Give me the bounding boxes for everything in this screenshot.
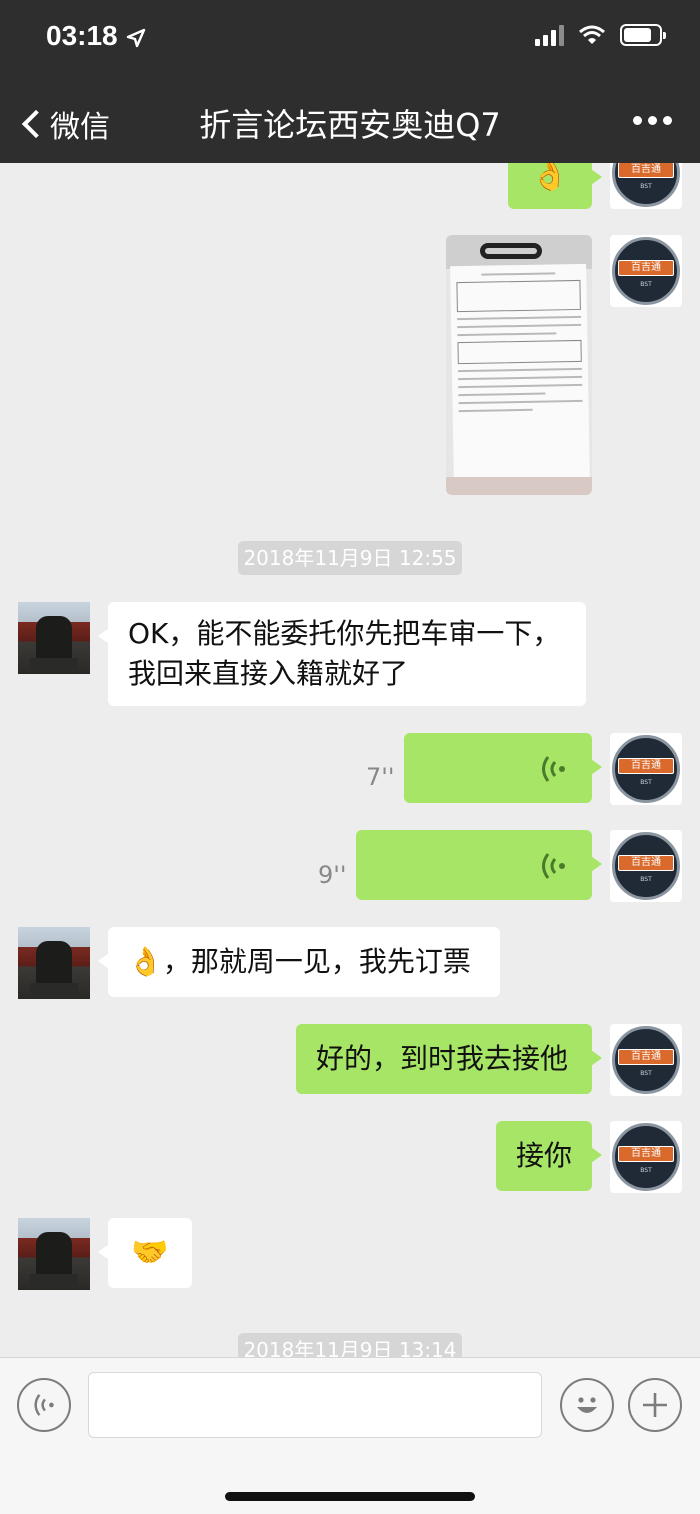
avatar-contact[interactable] <box>18 602 90 674</box>
more-options-button[interactable] <box>633 116 672 125</box>
location-arrow-icon <box>126 28 146 48</box>
handshake-emoji: 🤝 <box>131 1235 169 1270</box>
avatar-self[interactable]: 百吉通 BST <box>610 235 682 307</box>
add-icon <box>643 1393 667 1417</box>
avatar-contact[interactable] <box>18 927 90 999</box>
voice-icon <box>34 1394 54 1416</box>
message-text: 我回来直接入籍就好了 <box>128 657 409 690</box>
chat-title: 折言论坛西安奥迪Q7 <box>199 106 501 144</box>
timestamp: 2018年11月9日 12:55 <box>238 541 462 575</box>
voice-duration: 9'' <box>318 861 347 889</box>
battery-icon <box>620 24 666 46</box>
navigation-bar: 03:18 微信 折言论坛西安奥迪Q7 <box>0 0 700 163</box>
message-text: OK，能不能委托你先把车审一下， <box>128 617 561 650</box>
emoji-button[interactable] <box>560 1378 614 1432</box>
voice-message-bubble[interactable] <box>356 830 602 900</box>
status-time: 03:18 <box>46 20 118 51</box>
message-bubble-self[interactable]: 好的，到时我去接他 <box>296 1024 602 1094</box>
contract-document-image <box>450 263 590 483</box>
avatar-self[interactable]: 百吉通 BST <box>610 1024 682 1096</box>
timestamp: 2018年11月9日 13:14 <box>238 1333 462 1357</box>
message-text: 接你 <box>516 1139 573 1172</box>
cell-signal-icon <box>535 24 564 46</box>
avatar-self[interactable]: 百吉通 BST <box>610 733 682 805</box>
message-bubble-contact[interactable]: 👌，那就周一见，我先订票 <box>98 927 500 997</box>
emoji-icon <box>577 1397 597 1413</box>
chat-messages[interactable]: 👌 百吉通 BST 百吉通 BST 2018年11月9日 12:55 OK，能不… <box>0 163 700 1357</box>
message-bubble-self[interactable]: 👌 <box>508 163 602 209</box>
avatar-badge-text: 百吉通 <box>618 163 674 178</box>
voice-input-button[interactable] <box>17 1378 71 1432</box>
input-bar <box>0 1357 700 1514</box>
message-text: 👌，那就周一见，我先订票 <box>128 945 471 978</box>
home-indicator <box>225 1492 475 1501</box>
photo-message[interactable] <box>446 235 592 495</box>
status-icons <box>535 24 666 46</box>
add-button[interactable] <box>628 1378 682 1432</box>
voice-duration: 7'' <box>366 763 395 791</box>
more-dots-icon <box>633 116 642 125</box>
voice-wave-icon <box>542 853 565 879</box>
ok-hand-emoji: 👌 <box>531 163 569 193</box>
message-text: 好的，到时我去接他 <box>316 1042 569 1075</box>
wifi-icon <box>579 25 605 44</box>
voice-wave-icon <box>542 756 565 782</box>
avatar-contact[interactable] <box>18 1218 90 1290</box>
key-fob-image <box>480 243 542 259</box>
message-bubble-contact[interactable]: OK，能不能委托你先把车审一下， 我回来直接入籍就好了 <box>98 602 586 706</box>
avatar-self[interactable]: 百吉通 BST <box>610 163 682 209</box>
message-bubble-self[interactable]: 接你 <box>496 1121 602 1191</box>
avatar-self[interactable]: 百吉通 BST <box>610 1121 682 1193</box>
voice-message-bubble[interactable] <box>404 733 602 803</box>
message-bubble-contact[interactable]: 🤝 <box>98 1218 192 1288</box>
message-input[interactable] <box>88 1372 542 1438</box>
avatar-self[interactable]: 百吉通 BST <box>610 830 682 902</box>
